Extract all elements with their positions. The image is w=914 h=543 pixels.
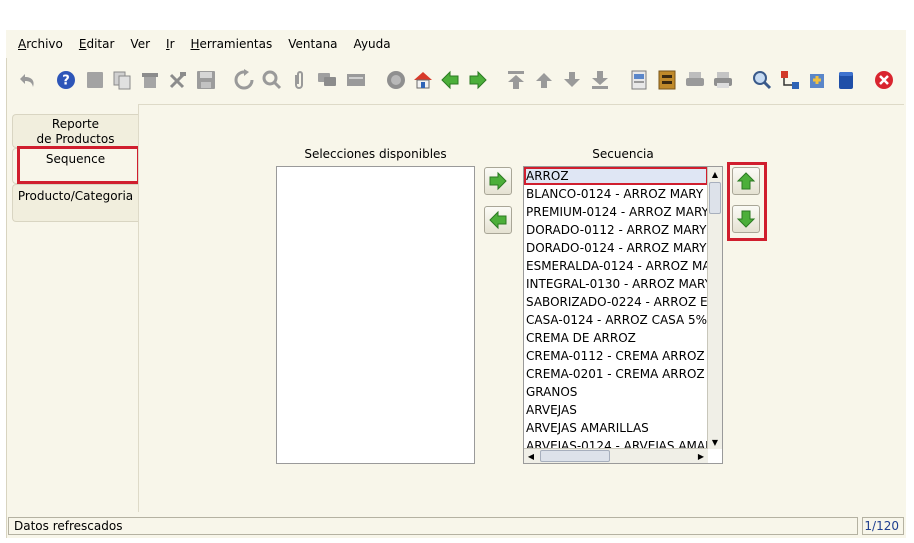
scroll-down-icon[interactable]: ▼	[708, 435, 722, 449]
find-icon[interactable]	[260, 68, 284, 92]
archive-icon[interactable]	[655, 68, 679, 92]
available-selections-label: Selecciones disponibles	[304, 147, 447, 161]
arrow-down-icon	[736, 210, 756, 228]
menu-bar: Archivo Editar Ver Ir Herramientas Venta…	[6, 30, 906, 58]
tab-reporte-de-productos[interactable]: Reporte de Productos	[12, 114, 138, 148]
sequence-list-item[interactable]: PREMIUM-0124 - ARROZ MARY PREMIUM	[524, 203, 708, 221]
menu-ver[interactable]: Ver	[122, 33, 158, 55]
menu-ventana[interactable]: Ventana	[280, 33, 345, 55]
sequence-list-item[interactable]: CREMA-0201 - CREMA ARROZ MARY	[524, 365, 708, 383]
attachment-icon[interactable]	[287, 68, 311, 92]
print-preview-icon[interactable]	[683, 68, 707, 92]
scroll-left-icon[interactable]: ◀	[524, 449, 538, 463]
refresh-icon[interactable]	[232, 68, 256, 92]
tab-producto-categoria[interactable]: Producto/Categoria	[12, 184, 138, 222]
history-icon[interactable]	[344, 68, 368, 92]
workflow-icon[interactable]	[778, 68, 802, 92]
sequence-vertical-scrollbar[interactable]: ▲ ▼	[707, 167, 722, 449]
previous-record-icon[interactable]	[532, 68, 556, 92]
sequence-list-item[interactable]: ESMERALDA-0124 - ARROZ MARY ESMERALDA	[524, 257, 708, 275]
available-selections-list[interactable]	[276, 166, 475, 464]
help-icon[interactable]: ?	[54, 68, 78, 92]
zoom-across-icon[interactable]	[750, 68, 774, 92]
menu-editar[interactable]: Editar	[71, 33, 123, 55]
detail-icon[interactable]	[627, 68, 651, 92]
undo-icon[interactable]	[16, 68, 40, 92]
sequence-list-item[interactable]: DORADO-0112 - ARROZ MARY DORADO	[524, 221, 708, 239]
save-icon[interactable]	[194, 68, 218, 92]
sequence-list-item[interactable]: CREMA-0112 - CREMA ARROZ MARY	[524, 347, 708, 365]
side-tab-strip: Reporte de Productos Sequence Producto/C…	[6, 108, 140, 518]
sequence-list-item[interactable]: ARROZ	[524, 167, 708, 185]
menu-archivo[interactable]: Archivo	[6, 33, 71, 55]
remove-from-sequence-button[interactable]	[484, 206, 512, 234]
sequence-panel	[138, 104, 904, 512]
record-count[interactable]: 1/120	[862, 517, 904, 535]
copy-record-icon[interactable]	[110, 68, 134, 92]
sequence-list-item[interactable]: SABORIZADO-0224 - ARROZ EMY SABORIZADO	[524, 293, 708, 311]
tab-sequence-label: Sequence	[45, 152, 106, 166]
menu-ir[interactable]: Ir	[158, 33, 182, 55]
print-icon[interactable]	[711, 68, 735, 92]
tab-reporte-line2: de Productos	[36, 132, 115, 146]
svg-text:?: ?	[62, 74, 70, 89]
scroll-right-icon[interactable]: ▶	[694, 449, 708, 463]
sequence-list-item[interactable]: GRANOS	[524, 383, 708, 401]
sequence-items: ARROZBLANCO-0124 - ARROZ MARY SUPERIORPR…	[524, 167, 708, 449]
sequence-list-item[interactable]: INTEGRAL-0130 - ARROZ MARY INTEGRAL	[524, 275, 708, 293]
home-icon[interactable]	[411, 68, 435, 92]
arrow-up-icon	[736, 172, 756, 190]
vertical-scroll-thumb[interactable]	[709, 182, 721, 214]
move-up-button[interactable]	[732, 167, 760, 195]
sequence-list-item[interactable]: CREMA DE ARROZ	[524, 329, 708, 347]
arrow-right-icon	[489, 171, 507, 191]
add-to-sequence-button[interactable]	[484, 167, 512, 195]
horizontal-scroll-thumb[interactable]	[540, 450, 610, 462]
chat-icon[interactable]	[315, 68, 339, 92]
new-record-icon[interactable]	[83, 68, 107, 92]
next-record-icon[interactable]	[560, 68, 584, 92]
sequence-horizontal-scrollbar[interactable]: ◀ ▶	[524, 448, 708, 463]
sequence-list-item[interactable]: CASA-0124 - ARROZ CASA 5% 24	[524, 311, 708, 329]
delete-selection-icon[interactable]	[166, 68, 190, 92]
menu-ayuda[interactable]: Ayuda	[346, 33, 399, 55]
menu-herramientas[interactable]: Herramientas	[183, 33, 281, 55]
product-info-icon[interactable]	[834, 68, 858, 92]
tab-producto-categoria-label: Producto/Categoria	[17, 189, 134, 203]
delete-icon[interactable]	[138, 68, 162, 92]
tab-sequence[interactable]: Sequence	[12, 148, 138, 184]
last-record-icon[interactable]	[588, 68, 612, 92]
next-icon[interactable]	[466, 68, 490, 92]
move-down-button[interactable]	[732, 205, 760, 233]
status-message: Datos refrescados	[8, 517, 858, 535]
sequence-list-item[interactable]: BLANCO-0124 - ARROZ MARY SUPERIOR	[524, 185, 708, 203]
sequence-list-item[interactable]: ARVEJAS AMARILLAS	[524, 419, 708, 437]
sequence-list-item[interactable]: ARVEJAS	[524, 401, 708, 419]
toolbar: ?	[6, 62, 906, 100]
arrow-left-icon	[489, 210, 507, 230]
scroll-up-icon[interactable]: ▲	[708, 167, 722, 181]
sequence-list[interactable]: ARROZBLANCO-0124 - ARROZ MARY SUPERIORPR…	[523, 166, 723, 464]
first-record-icon[interactable]	[504, 68, 528, 92]
previous-icon[interactable]	[438, 68, 462, 92]
active-workflows-icon[interactable]	[806, 68, 830, 92]
status-bar: Datos refrescados 1/120	[6, 515, 906, 537]
tab-reporte-line1: Reporte	[51, 117, 100, 131]
close-window-icon[interactable]	[872, 68, 896, 92]
report-icon[interactable]	[384, 68, 408, 92]
sequence-list-item[interactable]: DORADO-0124 - ARROZ MARY DORADO	[524, 239, 708, 257]
sequence-label: Secuencia	[592, 147, 654, 161]
